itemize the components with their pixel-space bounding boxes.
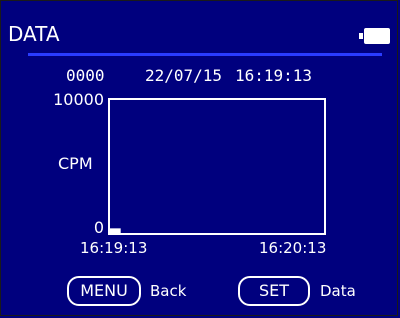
menu-button[interactable]: MENU	[67, 276, 141, 306]
header-divider	[28, 53, 382, 56]
x-axis-start-label: 16:19:13	[80, 239, 148, 257]
record-date: 22/07/15	[145, 66, 223, 85]
y-axis-max-label: 10000	[53, 90, 104, 109]
y-axis-min-label: 0	[93, 218, 104, 237]
battery-full-icon	[359, 28, 390, 44]
cpm-chart	[108, 98, 326, 235]
y-axis-title: CPM	[58, 154, 93, 173]
set-hint-label: Data	[320, 282, 356, 300]
cpm-series-area-0	[110, 228, 121, 233]
record-number: 0000	[66, 66, 105, 85]
battery-terminal	[359, 33, 363, 39]
battery-level	[364, 28, 390, 44]
screen-title: DATA	[8, 22, 60, 46]
menu-hint-label: Back	[150, 282, 187, 300]
cpm-chart-canvas	[110, 228, 121, 233]
record-time: 16:19:13	[235, 66, 313, 85]
device-screen: DATA 0000 22/07/15 16:19:13 10000 CPM 0 …	[0, 0, 400, 318]
x-axis-end-label: 16:20:13	[259, 239, 327, 257]
set-button[interactable]: SET	[238, 276, 310, 306]
